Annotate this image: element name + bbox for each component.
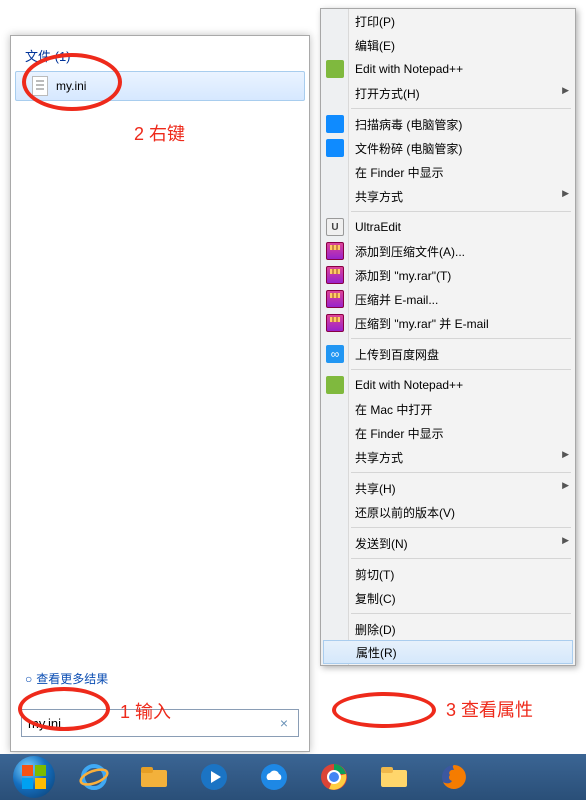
menu-item-label: 编辑(E) <box>355 37 557 54</box>
media-player-icon <box>199 762 229 792</box>
menu-item[interactable]: 添加到压缩文件(A)... <box>321 239 575 263</box>
menu-item-label: 打印(P) <box>355 13 557 30</box>
menu-separator <box>351 369 571 370</box>
menu-item-label: 共享(H) <box>355 480 557 497</box>
rar-icon <box>326 290 344 308</box>
clear-search-icon[interactable]: × <box>276 715 292 731</box>
ue-icon: U <box>326 218 344 236</box>
menu-item[interactable]: 共享(H) <box>321 476 575 500</box>
np-icon <box>326 60 344 78</box>
menu-item-label: Edit with Notepad++ <box>355 378 557 392</box>
start-button[interactable] <box>6 757 62 797</box>
ie-icon <box>79 762 109 792</box>
menu-item-label: UltraEdit <box>355 220 557 234</box>
shield-icon <box>326 139 344 157</box>
np-icon <box>326 376 344 394</box>
menu-item[interactable]: U UltraEdit <box>321 215 575 239</box>
rar-icon <box>326 242 344 260</box>
menu-item[interactable]: 打开方式(H) <box>321 81 575 105</box>
start-search-panel: 文件 (1) my.ini 查看更多结果 × <box>10 35 310 752</box>
menu-item-label: 发送到(N) <box>355 535 557 552</box>
menu-item[interactable]: 扫描病毒 (电脑管家) <box>321 112 575 136</box>
file-icon <box>32 76 48 96</box>
menu-item-label: 压缩到 "my.rar" 并 E-mail <box>355 315 557 332</box>
taskbar-cloud[interactable] <box>246 757 302 797</box>
menu-item[interactable]: 删除(D) <box>321 617 575 641</box>
taskbar-ie[interactable] <box>66 757 122 797</box>
shield-icon <box>326 115 344 133</box>
menu-separator <box>351 527 571 528</box>
menu-item-label: 剪切(T) <box>355 566 557 583</box>
menu-item-label: 文件粉碎 (电脑管家) <box>355 140 557 157</box>
taskbar <box>0 754 586 800</box>
windows-logo-icon <box>13 756 55 798</box>
folder-icon <box>139 764 169 790</box>
search-results-header: 文件 (1) <box>11 36 309 69</box>
annotation-3: 3 查看属性 <box>446 696 533 722</box>
taskbar-wmp[interactable] <box>186 757 242 797</box>
taskbar-folder-a[interactable] <box>126 757 182 797</box>
menu-item[interactable]: 属性(R) <box>323 640 573 664</box>
menu-item-label: Edit with Notepad++ <box>355 62 557 76</box>
more-results-link[interactable]: 查看更多结果 <box>25 670 108 687</box>
menu-separator <box>351 108 571 109</box>
search-box[interactable]: × <box>21 709 299 737</box>
menu-item[interactable]: 压缩到 "my.rar" 并 E-mail <box>321 311 575 335</box>
taskbar-explorer[interactable] <box>366 757 422 797</box>
menu-separator <box>351 613 571 614</box>
menu-item-label: 在 Finder 中显示 <box>355 164 557 181</box>
menu-item-label: 在 Finder 中显示 <box>355 425 557 442</box>
menu-item-label: 压缩并 E-mail... <box>355 291 557 308</box>
taskbar-chrome[interactable] <box>306 757 362 797</box>
cloud-icon <box>258 762 290 792</box>
search-input[interactable] <box>28 716 276 731</box>
menu-item-label: 扫描病毒 (电脑管家) <box>355 116 557 133</box>
menu-item[interactable]: 复制(C) <box>321 586 575 610</box>
menu-item[interactable]: 共享方式 <box>321 184 575 208</box>
menu-item[interactable]: 在 Finder 中显示 <box>321 421 575 445</box>
menu-item[interactable]: 剪切(T) <box>321 562 575 586</box>
menu-item[interactable]: 在 Finder 中显示 <box>321 160 575 184</box>
menu-item[interactable]: Edit with Notepad++ <box>321 373 575 397</box>
menu-item-label: 复制(C) <box>355 590 557 607</box>
menu-item-label: 打开方式(H) <box>355 85 557 102</box>
annotation-ring-properties <box>332 692 436 728</box>
menu-item[interactable]: 打印(P) <box>321 9 575 33</box>
menu-item[interactable]: 压缩并 E-mail... <box>321 287 575 311</box>
menu-separator <box>351 338 571 339</box>
menu-item[interactable]: 还原以前的版本(V) <box>321 500 575 524</box>
menu-item-label: 共享方式 <box>355 449 557 466</box>
menu-separator <box>351 472 571 473</box>
menu-item-label: 共享方式 <box>355 188 557 205</box>
menu-item[interactable]: 在 Mac 中打开 <box>321 397 575 421</box>
menu-item[interactable]: Edit with Notepad++ <box>321 57 575 81</box>
menu-item[interactable]: 编辑(E) <box>321 33 575 57</box>
menu-item-label: 删除(D) <box>355 621 557 638</box>
menu-item-label: 还原以前的版本(V) <box>355 504 557 521</box>
menu-item-label: 属性(R) <box>356 644 554 661</box>
menu-item[interactable]: 上传到百度网盘 <box>321 342 575 366</box>
rar-icon <box>326 314 344 332</box>
menu-item-label: 添加到压缩文件(A)... <box>355 243 557 260</box>
context-menu: 打印(P) 编辑(E) Edit with Notepad++ 打开方式(H) 扫描病毒… <box>320 8 576 666</box>
menu-item[interactable]: 共享方式 <box>321 445 575 469</box>
menu-item-label: 在 Mac 中打开 <box>355 401 557 418</box>
menu-item[interactable]: 文件粉碎 (电脑管家) <box>321 136 575 160</box>
firefox-icon <box>439 762 469 792</box>
folder-icon <box>379 764 409 790</box>
rar-icon <box>326 266 344 284</box>
menu-item-label: 添加到 "my.rar"(T) <box>355 267 557 284</box>
menu-item[interactable]: 发送到(N) <box>321 531 575 555</box>
menu-item[interactable]: 添加到 "my.rar"(T) <box>321 263 575 287</box>
menu-item-label: 上传到百度网盘 <box>355 346 557 363</box>
chrome-icon <box>319 762 349 792</box>
menu-separator <box>351 558 571 559</box>
search-result-item[interactable]: my.ini <box>15 71 305 101</box>
result-filename: my.ini <box>56 79 86 93</box>
menu-separator <box>351 211 571 212</box>
bd-icon <box>326 345 344 363</box>
taskbar-firefox[interactable] <box>426 757 482 797</box>
